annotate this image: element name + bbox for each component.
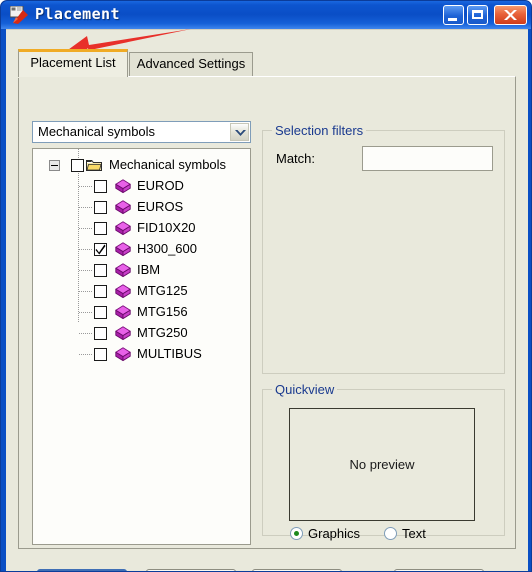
tree-row-item[interactable]: FID10X20	[33, 218, 250, 239]
selection-filters-group: Selection filters Match:	[262, 123, 505, 374]
minimize-icon	[448, 18, 457, 21]
tree-row-item[interactable]: EUROS	[33, 197, 250, 218]
tree-item-checkbox[interactable]	[94, 264, 107, 277]
window-title: Placement	[35, 5, 120, 23]
folder-open-icon	[85, 158, 104, 178]
tab-page-placement-list: Mechanical symbols Mechanical symbols EU…	[18, 76, 516, 549]
tab-advanced-settings-label: Advanced Settings	[136, 56, 246, 71]
diamond-symbol-icon	[115, 305, 131, 325]
placement-dialog-window: Placement Placement List Advanced Settin…	[0, 0, 532, 572]
tree-item-label: H300_600	[137, 241, 197, 256]
match-label: Match:	[276, 151, 316, 166]
tree-item-checkbox[interactable]	[94, 327, 107, 340]
tree-guide-dash	[79, 228, 92, 229]
tree-guide-dash	[79, 207, 92, 208]
diamond-symbol-icon	[115, 263, 131, 283]
selection-filters-title: Selection filters	[272, 123, 367, 138]
tree-row-item[interactable]: MTG156	[33, 302, 250, 323]
minimize-button[interactable]	[443, 5, 464, 25]
tree-guide-dash	[79, 291, 92, 292]
maximize-icon	[472, 10, 483, 19]
quickview-group: Quickview No preview Graphics Text	[262, 382, 505, 541]
tab-strip: Placement List Advanced Settings	[18, 49, 516, 77]
tree-item-checkbox[interactable]	[94, 222, 107, 235]
tree-item-checkbox[interactable]	[94, 243, 107, 256]
tree-item-label: EUROS	[137, 199, 184, 214]
tree-item-checkbox[interactable]	[94, 285, 107, 298]
tree-guide-dash	[79, 354, 92, 355]
chevron-down-icon[interactable]	[230, 123, 249, 141]
tree-row-item[interactable]: MTG125	[33, 281, 250, 302]
tree-guide-dash	[79, 186, 92, 187]
category-combo[interactable]: Mechanical symbols	[32, 121, 251, 143]
tree-guide-dash	[79, 312, 92, 313]
tree-guide-dash	[79, 249, 92, 250]
diamond-symbol-icon	[115, 221, 131, 241]
tree-item-label: MTG156	[137, 304, 188, 319]
tree-item-checkbox[interactable]	[94, 180, 107, 193]
tree-item-label: MTG125	[137, 283, 188, 298]
tree-row-item[interactable]: MTG250	[33, 323, 250, 344]
close-button[interactable]	[494, 5, 527, 25]
tree-item-checkbox[interactable]	[94, 306, 107, 319]
collapse-expander-icon[interactable]	[49, 160, 60, 171]
tab-placement-list-label: Placement List	[30, 55, 116, 70]
tree-item-label: FID10X20	[137, 220, 196, 235]
preview-placeholder-text: No preview	[349, 457, 415, 472]
tree-item-checkbox[interactable]	[94, 201, 107, 214]
tab-advanced-settings[interactable]: Advanced Settings	[129, 52, 253, 76]
tree-row-item[interactable]: IBM	[33, 260, 250, 281]
tree-item-label: IBM	[137, 262, 161, 277]
tree-root-label: Mechanical symbols	[109, 157, 227, 172]
tree-row-item[interactable]: EUROD	[33, 176, 250, 197]
dialog-client-area: Placement List Advanced Settings Mechani…	[6, 29, 528, 571]
placement-app-icon	[9, 5, 29, 24]
diamond-symbol-icon	[115, 179, 131, 199]
symbol-tree-list[interactable]: Mechanical symbols EUROD EUROS FID10X20 H30…	[32, 148, 251, 545]
diamond-symbol-icon	[115, 200, 131, 220]
tree-item-checkbox[interactable]	[94, 348, 107, 361]
title-bar[interactable]: Placement	[1, 1, 531, 29]
maximize-button[interactable]	[467, 5, 488, 25]
tree-row-root[interactable]: Mechanical symbols	[33, 155, 250, 176]
tree-item-label: MULTIBUS	[137, 346, 202, 361]
radio-text-label: Text	[402, 526, 426, 541]
diamond-symbol-icon	[115, 242, 131, 262]
tree-item-label: EUROD	[137, 178, 184, 193]
diamond-symbol-icon	[115, 326, 131, 346]
check-icon	[95, 244, 106, 255]
tree-row-item[interactable]: H300_600	[33, 239, 250, 260]
preview-area: No preview	[289, 408, 475, 521]
quickview-title: Quickview	[272, 382, 338, 397]
tree-root-checkbox[interactable]	[71, 159, 84, 172]
tree-guide-dash	[79, 333, 92, 334]
diamond-symbol-icon	[115, 284, 131, 304]
tree-item-label: MTG250	[137, 325, 188, 340]
radio-text-indicator[interactable]	[384, 527, 397, 540]
match-input[interactable]	[362, 146, 493, 171]
diamond-symbol-icon	[115, 347, 131, 367]
close-icon	[504, 10, 517, 20]
radio-graphics-indicator[interactable]	[290, 527, 303, 540]
tab-placement-list[interactable]: Placement List	[18, 49, 128, 77]
tree-guide-dash	[79, 270, 92, 271]
tree-row-item[interactable]: MULTIBUS	[33, 344, 250, 365]
radio-graphics-label: Graphics	[308, 526, 361, 541]
category-combo-value: Mechanical symbols	[38, 124, 156, 139]
